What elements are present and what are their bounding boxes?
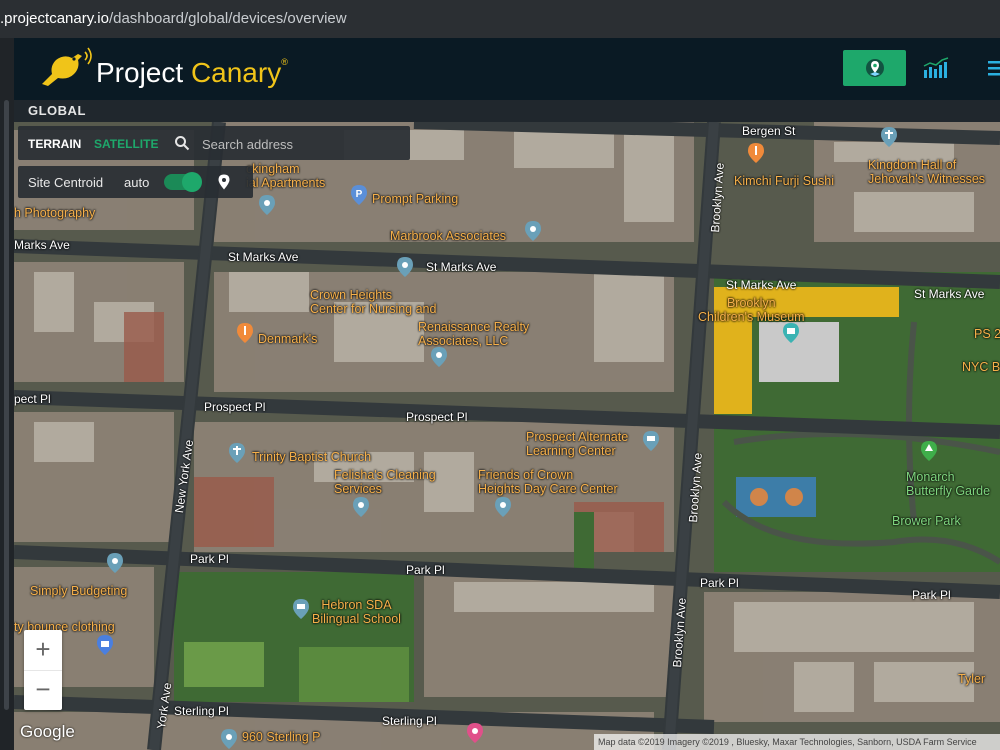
poi-label-apartments[interactable]: ckingham ial Apartments — [246, 162, 325, 190]
street-label-sterling-pl-2: Sterling Pl — [382, 714, 437, 728]
map-pin-icon[interactable] — [396, 256, 414, 278]
church-pin-icon[interactable] — [880, 126, 898, 148]
map-pin-icon[interactable] — [220, 728, 238, 750]
canary-bird-logo[interactable] — [38, 44, 98, 90]
scrollbar[interactable] — [4, 100, 9, 710]
poi-label-marbrook[interactable]: Marbrook Associates — [390, 229, 506, 243]
street-label-park-pl-2: Park Pl — [406, 563, 445, 577]
poi-label-trinity[interactable]: Trinity Baptist Church — [252, 450, 371, 464]
map-pin-icon[interactable] — [258, 194, 276, 216]
poi-label-hebron[interactable]: Hebron SDA Bilingual School — [312, 598, 401, 626]
map-pin-icon[interactable] — [494, 496, 512, 518]
poi-label-simply-budgeting[interactable]: Simply Budgeting — [30, 584, 127, 598]
poi-label-renaissance[interactable]: Renaissance Realty Associates, LLC — [418, 320, 529, 348]
street-label-st-marks-ave-4: St Marks Ave — [914, 287, 985, 301]
toggle-knob — [182, 172, 202, 192]
zoom-controls: + − — [24, 630, 62, 710]
poi-label-prompt-parking[interactable]: Prompt Parking — [372, 192, 458, 206]
poi-label-kingdom-hall[interactable]: Kingdom Hall of Jehovah's Witnesses — [868, 158, 985, 186]
street-label-marks-ave: Marks Ave — [14, 238, 70, 252]
school-pin-icon[interactable] — [642, 430, 660, 452]
poi-label-crown-heights-center[interactable]: Crown Heights Center for Nursing and — [310, 288, 436, 316]
street-label-park-pl-4: Park Pl — [912, 588, 951, 602]
page-title-bar: GLOBAL — [14, 100, 1000, 122]
google-logo: Google — [20, 722, 75, 741]
site-centroid-panel: Site Centroid auto — [18, 166, 253, 198]
bar-chart-icon[interactable] — [922, 56, 952, 80]
restaurant-pin-icon[interactable] — [747, 142, 765, 164]
svg-text:P: P — [356, 189, 363, 200]
poi-label-brower-park[interactable]: Brower Park — [892, 514, 961, 528]
poi-label-felishas[interactable]: Felisha's Cleaning Services — [334, 468, 436, 496]
map-type-search-panel: TERRAIN SATELLITE — [18, 126, 410, 160]
app-header: Project Canary® — [14, 38, 1000, 100]
zoom-in-button[interactable]: + — [24, 630, 62, 671]
park-pin-icon[interactable] — [920, 440, 938, 462]
map-pin-icon[interactable] — [106, 552, 124, 574]
map-imagery — [14, 122, 1000, 750]
street-label-prospect-pl-partial: pect Pl — [14, 392, 51, 406]
street-label-prospect-pl: Prospect Pl — [204, 400, 266, 414]
nav-map-button[interactable] — [843, 50, 906, 86]
poi-label-friends[interactable]: Friends of Crown Heights Day Care Center — [478, 468, 618, 496]
street-label-sterling-pl: Sterling Pl — [174, 704, 229, 718]
map-attribution: Map data ©2019 Imagery ©2019 , Bluesky, … — [594, 734, 1000, 750]
map-pin-icon[interactable] — [430, 346, 448, 368]
poi-label-photography[interactable]: h Photography — [14, 206, 95, 220]
street-label-st-marks-ave-2: St Marks Ave — [426, 260, 497, 274]
street-label-park-pl-3: Park Pl — [700, 576, 739, 590]
poi-label-monarch[interactable]: Monarch Butterfly Garde — [906, 470, 990, 498]
poi-label-tyler[interactable]: Tyler — [958, 672, 985, 686]
poi-label-kimchi[interactable]: Kimchi Furji Sushi — [734, 174, 834, 188]
poi-label-ps[interactable]: PS 2 — [974, 327, 1000, 341]
left-rail — [0, 38, 14, 750]
location-marker-icon[interactable] — [218, 174, 230, 190]
church-pin-icon[interactable] — [228, 442, 246, 464]
terrain-toggle[interactable]: TERRAIN — [28, 137, 81, 151]
street-label-prospect-pl-2: Prospect Pl — [406, 410, 468, 424]
site-centroid-toggle[interactable] — [164, 172, 202, 192]
page-title: GLOBAL — [28, 103, 86, 118]
parking-pin-icon[interactable]: P — [350, 184, 368, 206]
restaurant-pin-icon[interactable] — [236, 322, 254, 344]
poi-label-childrens-museum[interactable]: Brooklyn Children's Museum — [698, 296, 805, 324]
map-pin-icon[interactable] — [352, 496, 370, 518]
map-pin-icon[interactable] — [466, 722, 484, 744]
search-address-input[interactable] — [200, 133, 404, 155]
poi-label-nyc-bo[interactable]: NYC Bo — [962, 360, 1000, 374]
list-icon[interactable] — [986, 56, 1000, 80]
poi-label-denmarks[interactable]: Denmark's — [258, 332, 317, 346]
satellite-toggle[interactable]: SATELLITE — [94, 137, 158, 151]
site-centroid-mode: auto — [124, 175, 150, 190]
search-icon[interactable] — [174, 135, 190, 151]
museum-pin-icon[interactable] — [782, 322, 800, 344]
location-pin-icon — [865, 59, 884, 77]
street-label-bergen-st: Bergen St — [742, 124, 796, 138]
url-text[interactable]: .projectcanary.io/dashboard/global/devic… — [0, 10, 347, 27]
map-pin-icon[interactable] — [524, 220, 542, 242]
street-label-st-marks-ave-3: St Marks Ave — [726, 278, 797, 292]
shopping-pin-icon[interactable] — [96, 634, 114, 656]
zoom-out-button[interactable]: − — [24, 670, 62, 710]
street-label-st-marks-ave: St Marks Ave — [228, 250, 299, 264]
school-pin-icon[interactable] — [292, 598, 310, 620]
street-label-park-pl: Park Pl — [190, 552, 229, 566]
browser-address-bar[interactable]: .projectcanary.io/dashboard/global/devic… — [0, 0, 1000, 39]
satellite-map[interactable]: Bergen St St Marks Ave St Marks Ave St M… — [14, 122, 1000, 750]
poi-label-prospect-alternate[interactable]: Prospect Alternate Learning Center — [526, 430, 628, 458]
poi-label-960-sterling[interactable]: 960 Sterling P — [242, 730, 321, 744]
brand-name: Project Canary® — [96, 57, 288, 88]
site-centroid-label: Site Centroid — [28, 175, 104, 190]
